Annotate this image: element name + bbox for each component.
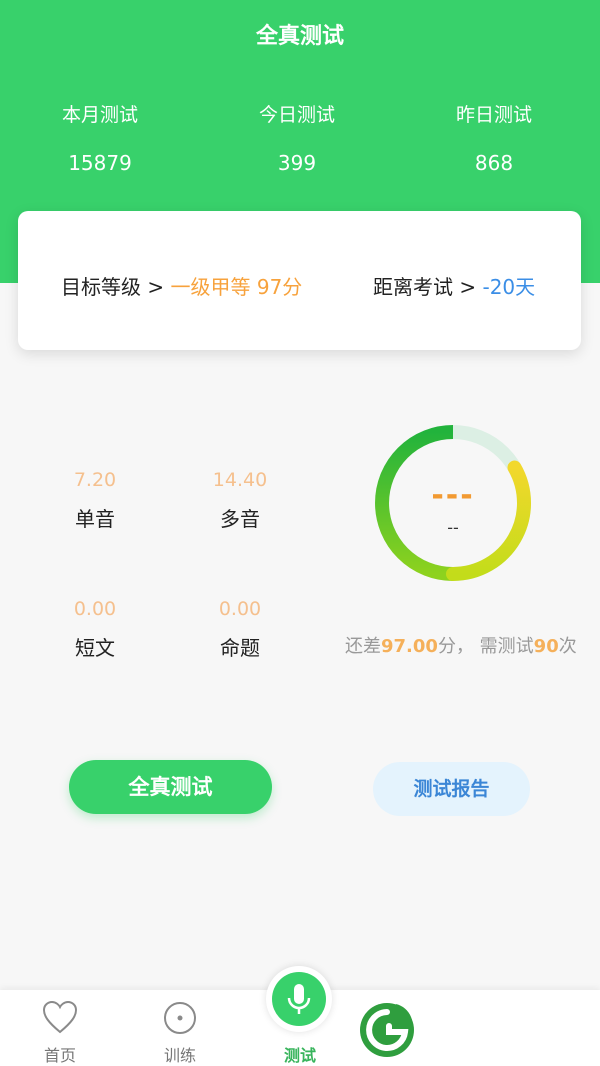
exam-countdown-label: 距离考试 > bbox=[373, 275, 483, 299]
score-multi-tone: 14.40 多音 bbox=[180, 469, 300, 532]
score-label: 短文 bbox=[75, 636, 115, 660]
tab-training-label: 训练 bbox=[163, 1046, 196, 1065]
stat-month-value: 15879 bbox=[68, 151, 132, 175]
stat-month-label: 本月测试 bbox=[61, 104, 138, 126]
target-level-value: 一级甲等 97分 bbox=[170, 275, 303, 299]
score-topic: 0.00 命题 bbox=[180, 598, 300, 661]
target-icon bbox=[164, 1002, 196, 1034]
tab-training[interactable]: 训练 bbox=[120, 990, 240, 1066]
remain-points: 97.00 bbox=[381, 636, 438, 657]
stat-today-label: 今日测试 bbox=[258, 104, 335, 126]
target-level[interactable]: 目标等级 > 一级甲等 97分 bbox=[61, 271, 302, 300]
remain-times: 90 bbox=[533, 636, 559, 657]
score-label: 单音 bbox=[75, 507, 115, 531]
tab-test-label: 测试 bbox=[283, 1046, 316, 1065]
target-card: 目标等级 > 一级甲等 97分 距离考试 > -20天 bbox=[18, 211, 581, 350]
exam-countdown-value: -20天 bbox=[482, 275, 536, 299]
score-value: 0.00 bbox=[218, 598, 262, 620]
exam-countdown[interactable]: 距离考试 > -20天 bbox=[373, 271, 535, 300]
remaining-info: 还差97.00分， 需测试90次 bbox=[345, 632, 577, 658]
tab-home-label: 首页 bbox=[43, 1046, 76, 1065]
stat-today: 今日测试 399 bbox=[197, 100, 397, 175]
test-report-button[interactable]: 测试报告 bbox=[373, 762, 530, 816]
score-label: 多音 bbox=[220, 507, 260, 531]
target-level-label: 目标等级 > bbox=[61, 275, 171, 299]
stat-yesterday-label: 昨日测试 bbox=[455, 104, 532, 126]
score-single-tone: 7.20 单音 bbox=[35, 469, 155, 532]
score-value: 7.20 bbox=[73, 469, 117, 491]
mic-icon bbox=[287, 984, 311, 1014]
mic-button-bg bbox=[272, 972, 326, 1026]
page-title: 全真测试 bbox=[255, 24, 344, 49]
stat-yesterday: 昨日测试 868 bbox=[394, 100, 594, 175]
remain-middle: 分， 需测试 bbox=[437, 636, 534, 657]
remain-suffix: 次 bbox=[558, 636, 577, 657]
ring-value: --- bbox=[431, 478, 475, 513]
heart-icon bbox=[42, 1000, 78, 1034]
remain-prefix: 还差 bbox=[345, 636, 381, 657]
ring-sub: -- bbox=[447, 518, 459, 537]
score-value: 0.00 bbox=[73, 598, 117, 620]
mic-button[interactable] bbox=[266, 966, 332, 1032]
stat-yesterday-value: 868 bbox=[474, 151, 514, 175]
stat-month: 本月测试 15879 bbox=[0, 100, 200, 175]
score-value: 14.40 bbox=[212, 469, 268, 491]
full-test-button[interactable]: 全真测试 bbox=[69, 760, 272, 814]
tab-home[interactable]: 首页 bbox=[0, 990, 120, 1066]
brand-logo-icon bbox=[360, 1003, 414, 1057]
score-passage: 0.00 短文 bbox=[35, 598, 155, 661]
stat-today-value: 399 bbox=[277, 151, 317, 175]
score-label: 命题 bbox=[220, 636, 260, 660]
